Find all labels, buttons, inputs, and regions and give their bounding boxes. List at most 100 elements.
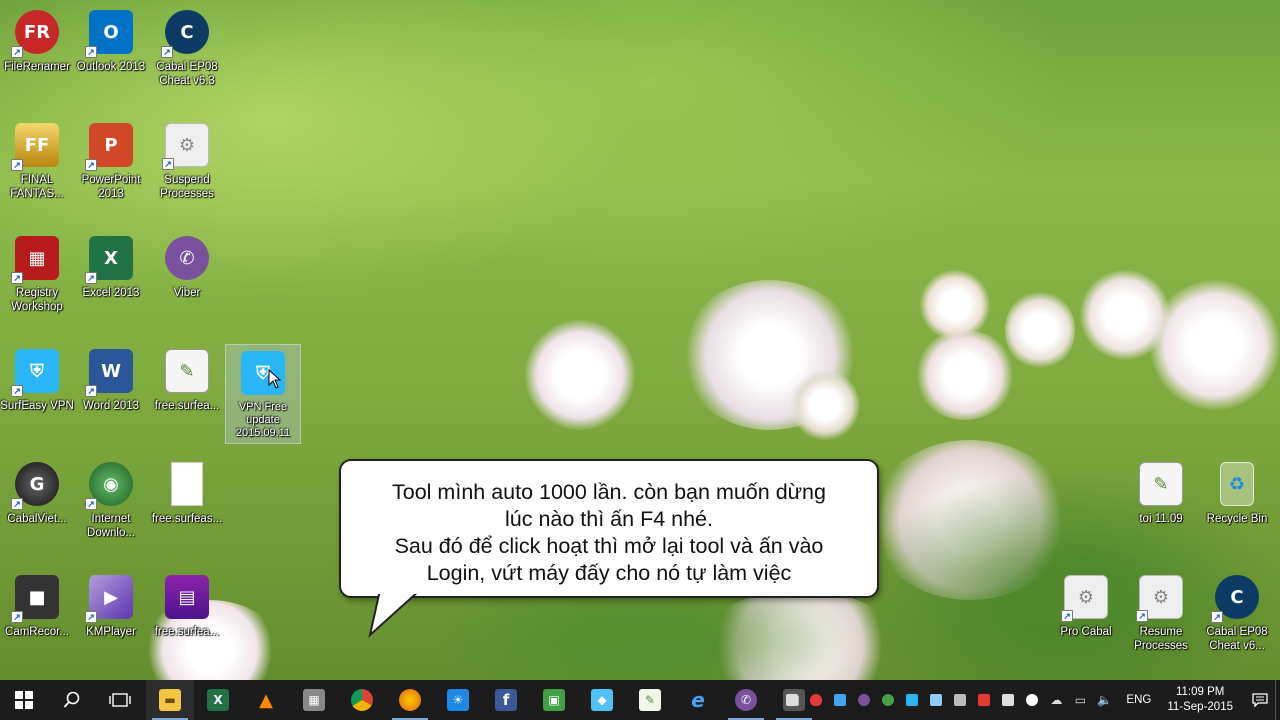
- taskbar-app-green[interactable]: ▣: [530, 680, 578, 720]
- desktop-icon-free-surfeas-file[interactable]: free.surfeas...: [150, 456, 224, 556]
- language-indicator[interactable]: ENG: [1116, 694, 1161, 706]
- shortcut-arrow-icon: ↗: [85, 385, 97, 397]
- desktop-icon-outlook[interactable]: O ↗ Outlook 2013: [74, 4, 148, 104]
- desktop-icon-excel[interactable]: X ↗ Excel 2013: [74, 230, 148, 330]
- desktop-icon-camrecorder[interactable]: ■ ↗ CamRecor...: [0, 569, 74, 669]
- shortcut-arrow-icon: ↗: [85, 46, 97, 58]
- tray-network-icon[interactable]: ▭: [1068, 680, 1092, 720]
- taskbar-file-explorer[interactable]: ▬: [146, 680, 194, 720]
- taskbar-excel[interactable]: X: [194, 680, 242, 720]
- taskbar-brightness[interactable]: ☀: [434, 680, 482, 720]
- desktop-icon-recycle-bin[interactable]: ♻ Recycle Bin: [1200, 456, 1274, 556]
- taskbar-chrome[interactable]: ◉: [338, 680, 386, 720]
- cheat-engine-icon: C ↗: [161, 10, 209, 58]
- desktop[interactable]: FR ↗ FileRenamer FF ↗ FINAL FANTAS... ▦ ↗ R…: [0, 0, 1280, 680]
- task-view-icon: [109, 693, 131, 707]
- desktop-icon-label: KMPlayer: [86, 626, 136, 638]
- desktop-icon-surfeasy-vpn[interactable]: ⛨ ↗ SurfEasy VPN: [0, 343, 74, 443]
- shortcut-arrow-icon: ↗: [11, 385, 23, 397]
- tray-vpn-icon[interactable]: [900, 680, 924, 720]
- background-flower: [920, 270, 990, 340]
- search-button[interactable]: [48, 680, 96, 720]
- desktop-icon-free-surfea-rar[interactable]: ▤ free.surfea...: [150, 569, 224, 669]
- tray-tool-icon[interactable]: [948, 680, 972, 720]
- desktop-icon-viber[interactable]: ✆ Viber: [150, 230, 224, 330]
- desktop-icon-internet-download-manager[interactable]: ◉ ↗ Internet Downlo...: [74, 456, 148, 556]
- desktop-icon-powerpoint[interactable]: P ↗ PowerPoint 2013: [74, 117, 148, 217]
- tray-viber-icon[interactable]: [852, 680, 876, 720]
- desktop-icon-kmplayer[interactable]: ▶ ↗ KMPlayer: [74, 569, 148, 669]
- excel-icon: X ↗: [85, 236, 133, 284]
- task-view-button[interactable]: [96, 680, 144, 720]
- desktop-icon-cabal-ep08-cheat-2[interactable]: C ↗ Cabal EP08 Cheat v6...: [1200, 569, 1274, 669]
- desktop-icon-label: toi 11.09: [1139, 513, 1183, 525]
- mouse-cursor-icon: [268, 369, 282, 389]
- background-flower: [525, 320, 635, 430]
- shortcut-arrow-icon: ↗: [161, 46, 173, 58]
- desktop-icon-registry-workshop[interactable]: ▦ ↗ Registry Workshop: [0, 230, 74, 330]
- desktop-icon-label: free.surfeas...: [151, 513, 223, 525]
- final-fantasy-icon: FF ↗: [11, 123, 59, 171]
- background-flower: [915, 330, 1015, 420]
- desktop-icon-label: Resume Processes: [1134, 626, 1188, 652]
- desktop-icon-cabalviet[interactable]: G ↗ CabalViet...: [0, 456, 74, 556]
- taskbar-facebook[interactable]: f: [482, 680, 530, 720]
- powerpoint-icon: P ↗: [85, 123, 133, 171]
- tray-shield-icon[interactable]: [804, 680, 828, 720]
- shortcut-arrow-icon: ↗: [1061, 610, 1073, 622]
- app-green-icon: ▣: [543, 689, 565, 711]
- tray-app-icon-1[interactable]: [780, 680, 804, 720]
- desktop-icon-label: CamRecor...: [5, 626, 69, 638]
- callout-tail: [368, 590, 422, 638]
- desktop-icon-label: FileRenamer: [4, 61, 70, 73]
- taskbar-app-blue[interactable]: ◆: [578, 680, 626, 720]
- gear-script-icon: ⚙ ↗: [162, 123, 209, 170]
- desktop-icon-filerenamer[interactable]: FR ↗ FileRenamer: [0, 4, 74, 104]
- tray-keyboard-icon[interactable]: [996, 680, 1020, 720]
- shortcut-arrow-icon: ↗: [11, 159, 23, 171]
- tray-doc-icon[interactable]: [924, 680, 948, 720]
- surfeasy-shield-icon: ⛨ ↗: [11, 349, 59, 397]
- desktop-icon-free-surfeasy-txt[interactable]: ✎ free.surfea...: [150, 343, 224, 443]
- desktop-icon-word[interactable]: W ↗ Word 2013: [74, 343, 148, 443]
- desktop-icon-suspend-processes[interactable]: ⚙ ↗ Suspend Processes: [150, 117, 224, 217]
- tray-app-icon-2[interactable]: [828, 680, 852, 720]
- taskbar-firefox[interactable]: ◉: [386, 680, 434, 720]
- desktop-icon-label: Excel 2013: [82, 287, 140, 299]
- instruction-callout: Tool mình auto 1000 lần. còn bạn muốn dừ…: [339, 459, 879, 598]
- tray-green-icon[interactable]: [876, 680, 900, 720]
- desktop-icon-vpn-free-update[interactable]: ⛨ VPN Free update 2015.09.11: [225, 344, 301, 444]
- start-button[interactable]: [0, 680, 48, 720]
- registry-workshop-icon: ▦ ↗: [11, 236, 59, 284]
- taskbar-internet-explorer[interactable]: e: [674, 680, 722, 720]
- action-center-button[interactable]: [1245, 680, 1275, 720]
- clock[interactable]: 11:09 PM 11-Sep-2015: [1161, 685, 1245, 715]
- taskbar-notepad-plus[interactable]: ✎: [626, 680, 674, 720]
- taskbar-film-clapper[interactable]: ▦: [290, 680, 338, 720]
- desktop-icon-label: free.surfea...: [154, 626, 220, 638]
- shortcut-arrow-icon: ↗: [11, 611, 23, 623]
- shortcut-arrow-icon: ↗: [85, 498, 97, 510]
- desktop-icon-label: PowerPoint 2013: [81, 174, 141, 200]
- taskbar-viber[interactable]: ✆: [722, 680, 770, 720]
- background-flower: [1005, 290, 1075, 370]
- desktop-icon-label: Recycle Bin: [1206, 513, 1268, 525]
- tray-onedrive-icon[interactable]: ☁: [1044, 680, 1068, 720]
- tray-cloud-icon[interactable]: [1020, 680, 1044, 720]
- desktop-icon-label: Suspend Processes: [160, 174, 214, 200]
- desktop-icon-label: Word 2013: [82, 400, 140, 412]
- blank-file-icon: [171, 462, 203, 506]
- app-blue-icon: ◆: [591, 689, 613, 711]
- desktop-icon-pro-cabal[interactable]: ⚙ ↗ Pro Cabal: [1049, 569, 1123, 669]
- tray-red-icon[interactable]: [972, 680, 996, 720]
- desktop-icon-resume-processes[interactable]: ⚙ ↗ Resume Processes: [1124, 569, 1198, 669]
- taskbar-vlc[interactable]: ▲: [242, 680, 290, 720]
- background-flower: [680, 280, 860, 430]
- tray-volume-icon[interactable]: 🔈: [1092, 680, 1116, 720]
- notepad-plus-icon: ✎: [639, 689, 661, 711]
- desktop-icon-final-fantasy[interactable]: FF ↗ FINAL FANTAS...: [0, 117, 74, 217]
- desktop-icon-cabal-ep08-cheat[interactable]: C ↗ Cabal EP08 Cheat v6.3: [150, 4, 224, 104]
- shortcut-arrow-icon: ↗: [11, 46, 23, 58]
- desktop-icon-toi-1109[interactable]: ✎ toi 11.09: [1124, 456, 1198, 556]
- show-desktop-button[interactable]: [1275, 680, 1280, 720]
